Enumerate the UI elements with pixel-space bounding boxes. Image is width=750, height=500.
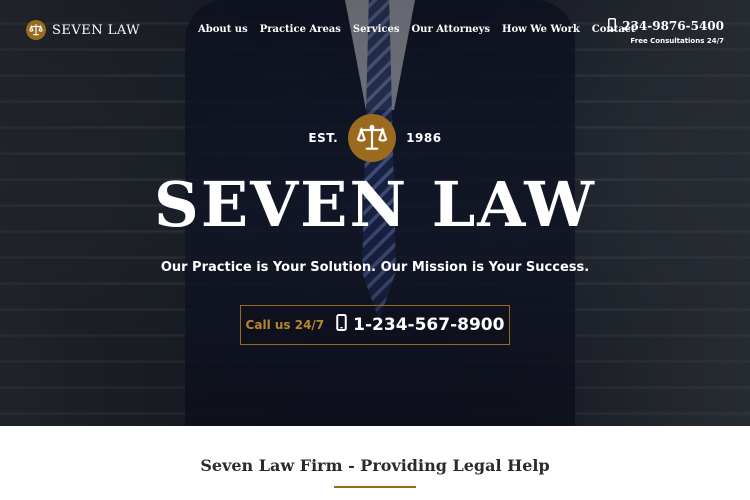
main-nav: About us Practice Areas Services Our Att…: [198, 24, 636, 35]
est-label: EST.: [308, 131, 339, 145]
hero-title: SEVEN LAW: [154, 168, 596, 241]
scales-of-justice-icon: [26, 20, 46, 40]
established-row: EST. 1986: [0, 114, 750, 162]
scales-of-justice-icon: [348, 114, 397, 162]
header-phone[interactable]: 234-9876-5400 Free Consultations 24/7: [608, 18, 724, 45]
brand-logo[interactable]: SEVEN LAW: [26, 20, 140, 40]
header-phone-number: 234-9876-5400: [622, 19, 724, 33]
nav-item-services[interactable]: Services: [353, 24, 400, 35]
mobile-phone-icon: [608, 18, 617, 34]
hero-tagline: Our Practice is Your Solution. Our Missi…: [160, 260, 590, 275]
call-us-number: 1-234-567-8900: [353, 315, 505, 335]
intro-heading: Seven Law Firm - Providing Legal Help: [200, 456, 550, 475]
nav-item-our-attorneys[interactable]: Our Attorneys: [411, 24, 490, 35]
nav-item-practice-areas[interactable]: Practice Areas: [260, 24, 341, 35]
nav-item-how-we-work[interactable]: How We Work: [502, 24, 580, 35]
header-phone-note: Free Consultations 24/7: [630, 37, 724, 45]
nav-item-about-us[interactable]: About us: [198, 24, 248, 35]
heading-divider: [334, 486, 416, 488]
brand-name: SEVEN LAW: [52, 22, 141, 38]
mobile-phone-icon: [336, 314, 347, 336]
call-us-label: Call us 24/7: [245, 318, 325, 332]
est-year: 1986: [406, 131, 442, 145]
call-us-button[interactable]: Call us 24/7 1-234-567-8900: [240, 305, 510, 345]
